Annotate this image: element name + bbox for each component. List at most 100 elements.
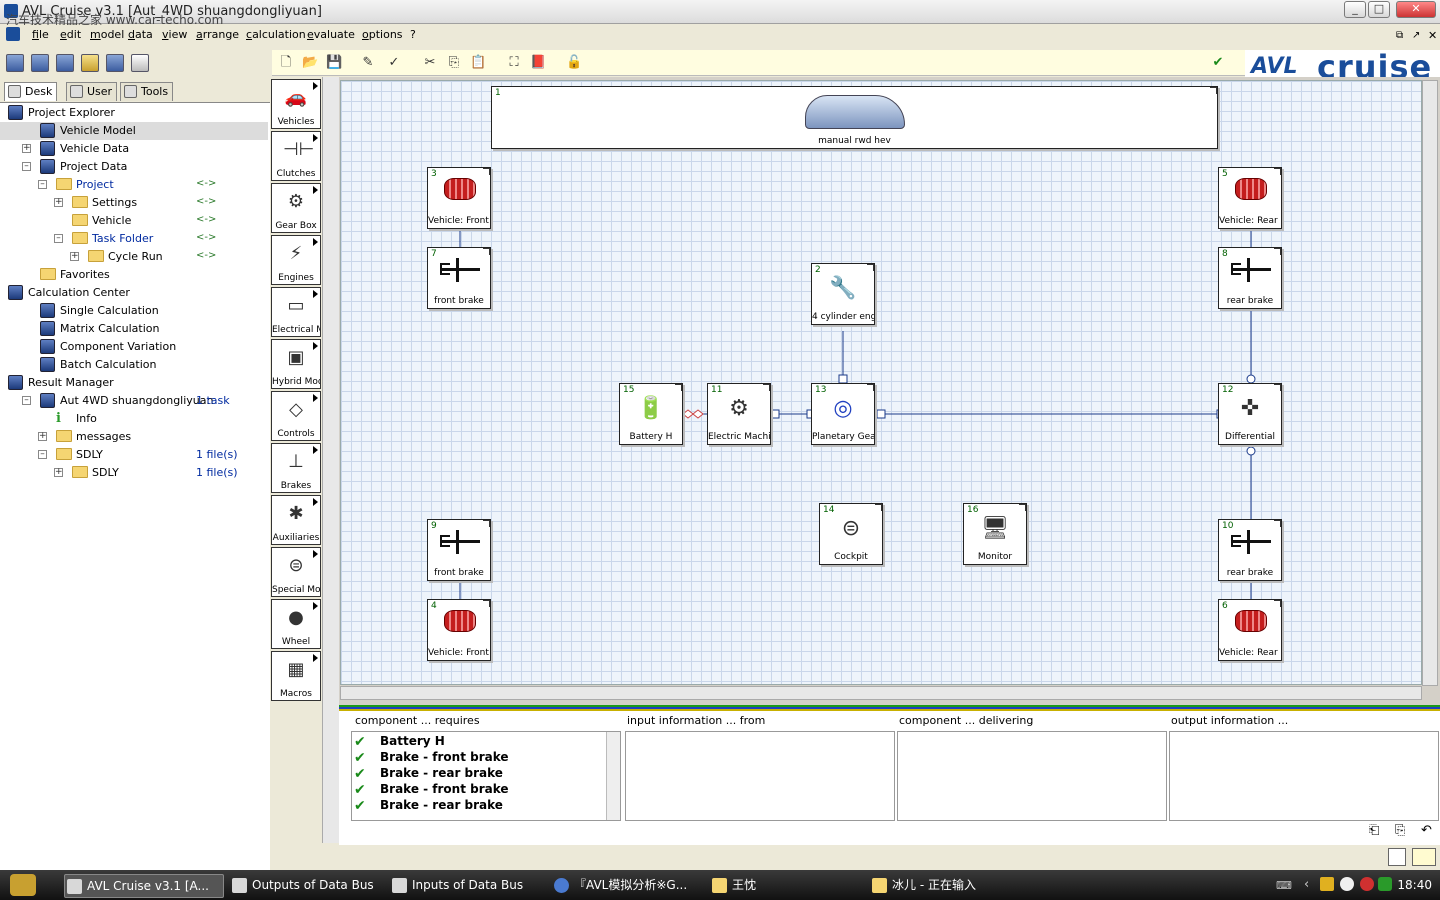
keyboard-icon[interactable]: ⌨ bbox=[1276, 879, 1292, 892]
connect-icon[interactable] bbox=[1412, 848, 1436, 866]
expand-icon[interactable]: + bbox=[70, 252, 79, 261]
tree-item[interactable]: + messages bbox=[0, 428, 265, 446]
expand-icon[interactable]: + bbox=[54, 468, 63, 477]
palette-brakes[interactable]: ⊥ Brakes bbox=[271, 443, 321, 493]
expand-icon[interactable]: + bbox=[54, 198, 63, 207]
pin-icon[interactable]: ↗ bbox=[1412, 30, 1420, 41]
copy-icon[interactable]: ⎘ bbox=[446, 55, 462, 71]
tree-item[interactable]: Project Explorer bbox=[0, 104, 265, 122]
tab-tools[interactable]: Tools bbox=[120, 82, 174, 101]
fit-view-icon[interactable]: ⛶ bbox=[506, 55, 522, 71]
menu-view[interactable]: view bbox=[162, 28, 187, 41]
corner-handle[interactable] bbox=[867, 264, 874, 271]
collapse-icon[interactable]: – bbox=[38, 450, 47, 459]
save-project-icon[interactable] bbox=[56, 54, 74, 72]
corner-handle[interactable] bbox=[1274, 168, 1281, 175]
requires-scrollbar[interactable] bbox=[606, 732, 620, 820]
tab-desk[interactable]: Desk bbox=[4, 82, 58, 101]
corner-handle[interactable] bbox=[1274, 600, 1281, 607]
tree-item[interactable]: Single Calculation bbox=[0, 302, 265, 320]
project-explorer-tree[interactable]: Project Explorer Vehicle Model + Vehicle Da… bbox=[0, 102, 270, 870]
task-inputs-databus[interactable]: Inputs of Data Bus bbox=[390, 874, 540, 898]
task-browser[interactable]: 『AVL模拟分析※G... bbox=[552, 874, 702, 898]
component-brake[interactable]: 8 rear brake bbox=[1218, 247, 1282, 309]
tree-item[interactable]: + SDLY 1 file(s) bbox=[0, 464, 265, 482]
component-disc[interactable]: 3 Vehicle: Front R bbox=[427, 167, 491, 229]
tree-item[interactable]: Batch Calculation bbox=[0, 356, 265, 374]
tree-item[interactable]: i Info bbox=[0, 410, 265, 428]
corner-handle[interactable] bbox=[1019, 504, 1026, 511]
tab-user[interactable]: User bbox=[66, 82, 118, 101]
component-diff[interactable]: 12 ✜ Differential bbox=[1218, 383, 1282, 445]
menu-file[interactable]: file bbox=[32, 28, 49, 41]
corner-handle[interactable] bbox=[483, 600, 490, 607]
open-project-icon[interactable] bbox=[31, 54, 49, 72]
tree-item[interactable]: Calculation Center bbox=[0, 284, 265, 302]
component-disc[interactable]: 5 Vehicle: Rear R bbox=[1218, 167, 1282, 229]
check-mode-icon[interactable]: ✔ bbox=[1210, 55, 1226, 71]
maximize-icon[interactable]: □ bbox=[1368, 1, 1390, 18]
tree-item[interactable]: + Vehicle Data bbox=[0, 140, 265, 158]
task-folder[interactable]: 王忱 bbox=[710, 874, 860, 898]
tray-qq-icon[interactable] bbox=[1340, 877, 1354, 891]
component-disc[interactable]: 4 Vehicle: Front L bbox=[427, 599, 491, 661]
expand-icon[interactable]: + bbox=[22, 144, 31, 153]
palette-engines[interactable]: ⚡ Engines bbox=[271, 235, 321, 285]
undo-icon[interactable]: ↶ bbox=[1421, 823, 1432, 838]
menu-help[interactable]: ? bbox=[410, 28, 416, 41]
corner-handle[interactable] bbox=[483, 248, 490, 255]
expand-icon[interactable]: + bbox=[38, 432, 47, 441]
bottom-left-scrollbar[interactable] bbox=[322, 77, 339, 843]
corner-handle[interactable] bbox=[867, 384, 874, 391]
component-battery[interactable]: 15 🔋 Battery H bbox=[619, 383, 683, 445]
menu-calculation[interactable]: calculation bbox=[246, 28, 306, 41]
palette-wheel[interactable]: ● Wheel bbox=[271, 599, 321, 649]
model-canvas[interactable]: 1 manual rwd hev 3 Vehicle: Front R 5 Vehicle… bbox=[340, 80, 1422, 685]
new-icon[interactable]: 🗋 bbox=[278, 55, 294, 71]
component-cockpit[interactable]: 14 ⊜ Cockpit bbox=[819, 503, 883, 565]
tree-item[interactable]: Result Manager bbox=[0, 374, 265, 392]
palette-auxiliaries[interactable]: ✱ Auxiliaries bbox=[271, 495, 321, 545]
collapse-icon[interactable]: – bbox=[22, 162, 31, 171]
palette-hybrid-modu[interactable]: ▣ Hybrid Modu bbox=[271, 339, 321, 389]
minimize-icon[interactable]: _ bbox=[1344, 1, 1366, 18]
home-icon[interactable] bbox=[81, 54, 99, 72]
tree-item[interactable]: Vehicle Model bbox=[0, 122, 268, 140]
tree-item[interactable]: – SDLY 1 file(s) bbox=[0, 446, 265, 464]
tree-item[interactable]: – Aut 4WD shuangdongliyuan 1 task bbox=[0, 392, 265, 410]
component-vehicle[interactable]: 1 manual rwd hev bbox=[491, 86, 1218, 149]
layout-icon[interactable] bbox=[1388, 848, 1406, 866]
component-planetary[interactable]: 13 ◎ Planetary Gear bbox=[811, 383, 875, 445]
component-brake[interactable]: 9 front brake bbox=[427, 519, 491, 581]
requires-item[interactable]: Brake - rear brake bbox=[380, 766, 503, 780]
export-icon[interactable]: ⎘ bbox=[1395, 823, 1405, 838]
corner-handle[interactable] bbox=[875, 504, 882, 511]
requires-item[interactable]: Brake - front brake bbox=[380, 750, 509, 764]
delivering-list[interactable] bbox=[897, 731, 1167, 821]
tree-item[interactable]: + Settings <-> bbox=[0, 194, 265, 212]
edit-pen-icon[interactable]: ✎ bbox=[360, 55, 376, 71]
tree-item[interactable]: Favorites bbox=[0, 266, 265, 284]
collapse-icon[interactable]: – bbox=[22, 396, 31, 405]
menu-evaluate[interactable]: evaluate bbox=[307, 28, 355, 41]
restore-icon[interactable]: ⧉ bbox=[1396, 30, 1403, 41]
computer-icon[interactable] bbox=[106, 54, 124, 72]
component-brake[interactable]: 10 rear brake bbox=[1218, 519, 1282, 581]
palette-controls[interactable]: ◇ Controls bbox=[271, 391, 321, 441]
component-brake[interactable]: 7 front brake bbox=[427, 247, 491, 309]
paste-icon[interactable]: 📋 bbox=[470, 55, 486, 71]
spellcheck-icon[interactable]: ✓ bbox=[386, 55, 402, 71]
component-disc[interactable]: 6 Vehicle: Rear L bbox=[1218, 599, 1282, 661]
task-outputs-databus[interactable]: Outputs of Data Bus bbox=[230, 874, 380, 898]
save-icon[interactable]: 💾 bbox=[326, 55, 342, 71]
requires-item[interactable]: Brake - front brake bbox=[380, 782, 509, 796]
palette-vehicles[interactable]: 🚗 Vehicles bbox=[271, 79, 321, 129]
tray-app-icon[interactable] bbox=[1320, 877, 1334, 891]
menu-options[interactable]: options bbox=[362, 28, 403, 41]
requires-item[interactable]: Brake - rear brake bbox=[380, 798, 503, 812]
canvas-vertical-scrollbar[interactable] bbox=[1422, 80, 1438, 686]
tray-expand-icon[interactable]: ‹ bbox=[1304, 877, 1309, 892]
close-icon[interactable]: ✕ bbox=[1396, 1, 1436, 18]
start-button[interactable] bbox=[10, 874, 36, 896]
output-info-list[interactable] bbox=[1169, 731, 1439, 821]
